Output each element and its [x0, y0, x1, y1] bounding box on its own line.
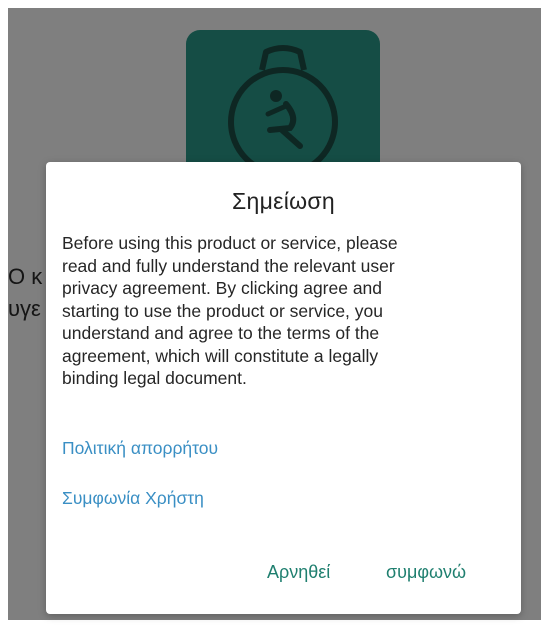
dialog-title: Σημείωση — [232, 188, 335, 214]
dialog-message: Before using this product or service, pl… — [62, 232, 502, 390]
message-line: read and fully understand the relevant u… — [62, 255, 395, 276]
user-agreement-link[interactable]: Συμφωνία Χρήστη — [62, 488, 204, 509]
message-line: understand and agree to the terms of the — [62, 323, 380, 343]
deny-button[interactable]: Αρνηθεί — [267, 562, 330, 583]
privacy-dialog: Σημείωση Before using this product or se… — [46, 162, 521, 614]
screen: Ο κ υγε Σημείωση Before using this produ… — [0, 0, 549, 628]
agree-button[interactable]: συμφωνώ — [386, 562, 466, 583]
message-line: agreement, which will constitute a legal… — [62, 345, 379, 366]
message-line: privacy agreement. By clicking agree and — [62, 278, 383, 298]
privacy-policy-link[interactable]: Πολιτική απορρήτου — [62, 438, 218, 459]
message-line: starting to use the product or service, … — [62, 300, 383, 321]
message-line: Before using this product or service, pl… — [62, 233, 398, 253]
message-line: binding legal document. — [62, 368, 247, 388]
